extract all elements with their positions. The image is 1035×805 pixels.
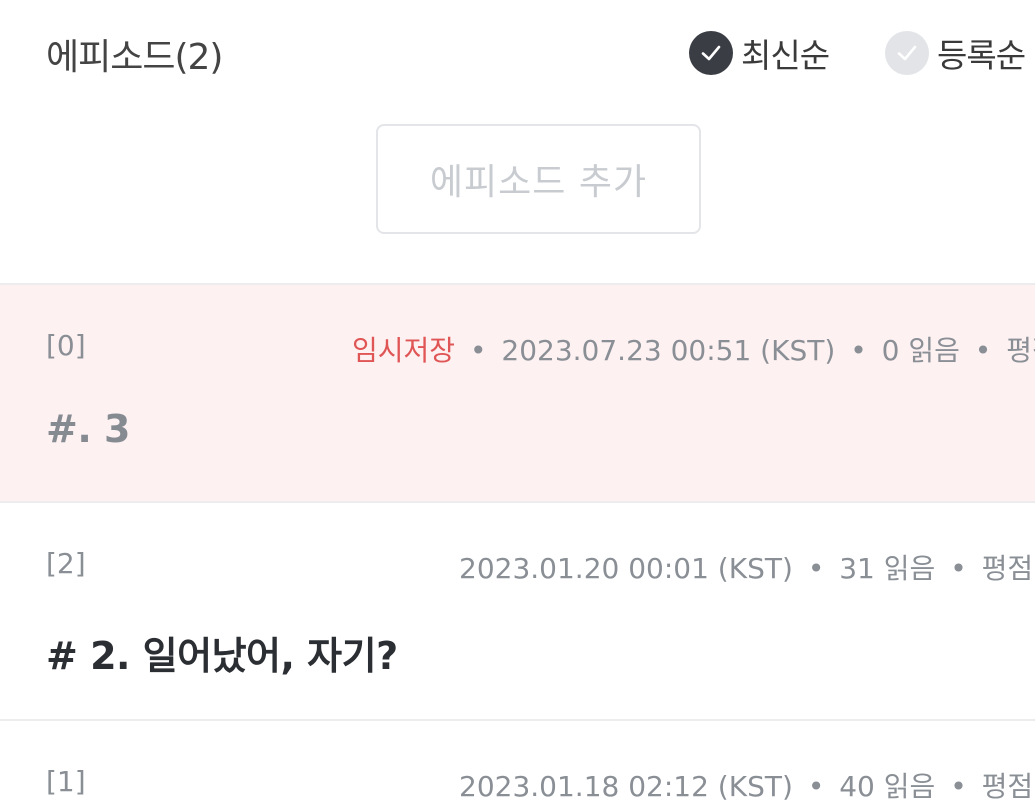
meta-separator: • xyxy=(807,770,825,803)
sort-registered-label: 등록순 xyxy=(937,36,1026,75)
episode-number: [0] xyxy=(46,329,86,362)
add-episode-button[interactable]: 에피소드 추가 xyxy=(376,124,701,234)
meta-separator: • xyxy=(950,770,967,803)
episode-date: 2023.01.20 00:01 (KST) xyxy=(459,552,793,585)
episode-rating: 평점 10 xyxy=(981,552,1035,585)
meta-separator: • xyxy=(807,552,825,585)
meta-separator: • xyxy=(850,334,867,367)
meta-separator: • xyxy=(469,334,487,367)
episode-rating: 평점 0 xyxy=(1006,334,1035,367)
sort-latest-label: 최신순 xyxy=(741,36,830,75)
episode-rating: 평점 10 xyxy=(981,770,1035,803)
episode-title: #. 3 xyxy=(46,407,130,451)
checkmark-icon xyxy=(689,31,733,75)
episode-reads: 0 읽음 xyxy=(881,334,960,367)
episode-meta: 2023.01.20 00:01 (KST) • 31 읽음 • 평점 10 xyxy=(459,547,1035,587)
sort-registered-option[interactable]: 등록순 xyxy=(885,29,1026,77)
episode-reads: 40 읽음 xyxy=(839,770,936,803)
meta-separator: • xyxy=(974,334,992,367)
episode-item[interactable]: [2] 2023.01.20 00:01 (KST) • 31 읽음 • 평점 … xyxy=(0,501,1035,721)
episode-title: # 2. 일어났어, 자기? xyxy=(46,634,398,678)
episode-date: 2023.07.23 00:51 (KST) xyxy=(501,334,836,367)
draft-status-badge: 임시저장 xyxy=(352,334,456,367)
episode-meta: 임시저장 • 2023.07.23 00:51 (KST) • 0 읽음 • 평… xyxy=(352,329,1035,369)
episode-list-header: 에피소드(2) 최신순 등록순 xyxy=(0,0,1035,105)
episode-date: 2023.01.18 02:12 (KST) xyxy=(459,770,793,803)
episode-number: [2] xyxy=(46,547,86,580)
episode-item[interactable]: [0] 임시저장 • 2023.07.23 00:51 (KST) • 0 읽음… xyxy=(0,283,1035,503)
page-title: 에피소드(2) xyxy=(46,37,223,78)
episode-meta: 2023.01.18 02:12 (KST) • 40 읽음 • 평점 10 xyxy=(459,765,1035,805)
episode-reads: 31 읽음 xyxy=(839,552,936,585)
sort-latest-option[interactable]: 최신순 xyxy=(689,29,830,77)
meta-separator: • xyxy=(950,552,967,585)
episode-item[interactable]: [1] 2023.01.18 02:12 (KST) • 40 읽음 • 평점 … xyxy=(0,719,1035,803)
episode-number: [1] xyxy=(46,765,86,798)
checkmark-icon xyxy=(885,31,929,75)
